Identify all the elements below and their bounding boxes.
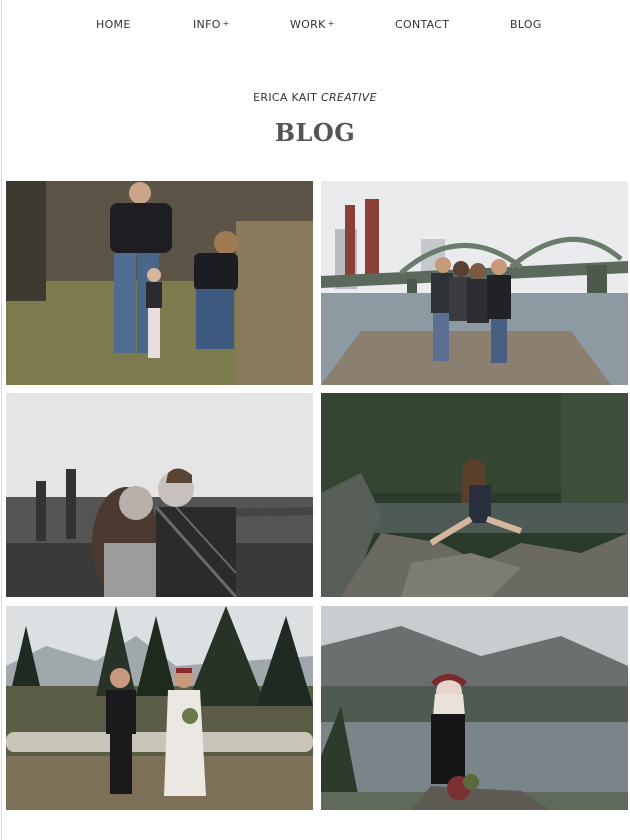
brand-name: ERICA KAIT	[253, 91, 318, 104]
woman-on-rocks-photo-icon	[321, 393, 628, 597]
brand-tagline: CREATIVE	[321, 91, 377, 104]
blog-post-thumbnail[interactable]	[6, 181, 313, 385]
couple-bridge-bw-photo-icon	[6, 393, 313, 597]
woman-flower-crown-river-photo-icon	[321, 606, 628, 810]
nav-item-work[interactable]: WORK +	[290, 18, 335, 31]
blog-post-thumbnail[interactable]	[6, 606, 313, 810]
nav-item-label: INFO	[193, 18, 221, 31]
nav-item-plus-icon: +	[222, 19, 230, 28]
blog-post-thumbnail[interactable]	[321, 606, 628, 810]
top-navigation: HOME INFO + WORK + CONTACT BLOG	[0, 18, 630, 36]
nav-item-info[interactable]: INFO +	[193, 18, 230, 31]
blog-post-thumbnail[interactable]	[321, 181, 628, 385]
nav-item-label: WORK	[290, 18, 326, 31]
blog-post-thumbnail[interactable]	[6, 393, 313, 597]
page-title: BLOG	[274, 118, 356, 147]
family-on-dock-bridge-photo-icon	[321, 181, 628, 385]
nav-item-label: HOME	[96, 18, 131, 31]
blog-post-thumbnail[interactable]	[321, 393, 628, 597]
nav-item-plus-icon: +	[327, 19, 335, 28]
nav-item-contact[interactable]: CONTACT	[395, 18, 449, 31]
nav-item-label: BLOG	[510, 18, 542, 31]
nav-item-home[interactable]: HOME	[96, 18, 131, 31]
site-brand[interactable]: ERICA KAIT CREATIVE	[0, 91, 630, 104]
family-in-meadow-photo-icon	[6, 181, 313, 385]
wedding-couple-log-photo-icon	[6, 606, 313, 810]
nav-item-label: CONTACT	[395, 18, 450, 31]
nav-item-blog[interactable]: BLOG	[510, 18, 542, 31]
